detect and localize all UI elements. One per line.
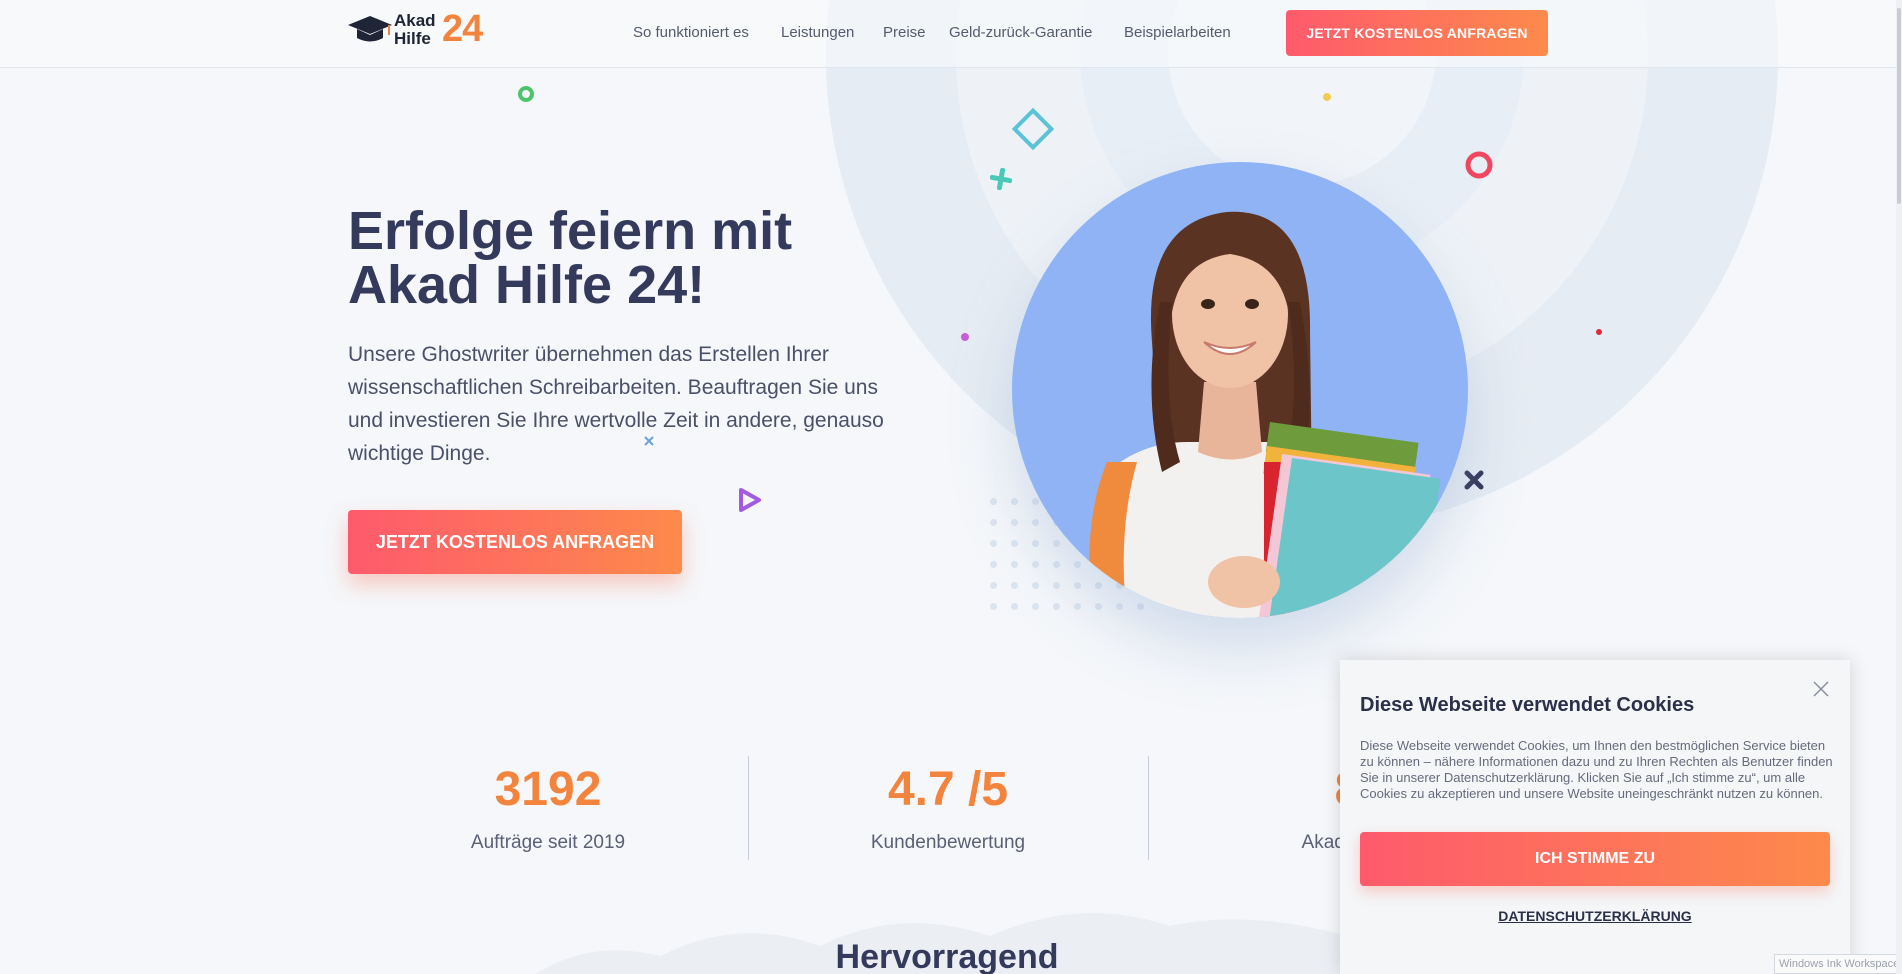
nav-item-geld-zurueck-garantie[interactable]: Geld-zurück-Garantie bbox=[949, 24, 1092, 41]
hero-description: Unsere Ghostwriter übernehmen das Erstel… bbox=[348, 343, 884, 465]
pattern-dot bbox=[1053, 540, 1060, 547]
pattern-dot bbox=[1095, 603, 1102, 610]
scrollbar-thumb[interactable] bbox=[1897, 8, 1901, 204]
pattern-dot bbox=[1032, 603, 1039, 610]
stat-rating-value: 4.7 /5 bbox=[887, 763, 1009, 816]
logo-number: 24 bbox=[442, 8, 483, 50]
pattern-dot bbox=[1011, 582, 1018, 589]
pattern-dot bbox=[990, 540, 997, 547]
teal-plus-icon bbox=[990, 168, 1012, 190]
green-ring-icon bbox=[518, 86, 534, 102]
hero-student-image bbox=[1012, 162, 1468, 618]
hero-title: Erfolge feiern mit Akad Hilfe 24! bbox=[348, 201, 793, 315]
pattern-dot bbox=[990, 519, 997, 526]
pattern-dot bbox=[1011, 498, 1018, 505]
pattern-dot bbox=[1032, 540, 1039, 547]
pattern-dot bbox=[1074, 603, 1081, 610]
student-illustration bbox=[1089, 211, 1441, 618]
dark-cross-icon bbox=[1464, 470, 1484, 490]
nav-item-leistungen[interactable]: Leistungen bbox=[781, 24, 854, 41]
pattern-dot bbox=[1011, 519, 1018, 526]
pattern-dot bbox=[1032, 498, 1039, 505]
stat-divider bbox=[748, 756, 749, 860]
pattern-dot bbox=[1032, 519, 1039, 526]
pattern-dot bbox=[1053, 582, 1060, 589]
stat-orders: 3192 Aufträge seit 2019 bbox=[378, 762, 718, 854]
red-dot-icon bbox=[1596, 329, 1602, 335]
logo-text-hilfe: Hilfe bbox=[394, 29, 431, 48]
pattern-dot bbox=[1011, 540, 1018, 547]
pattern-dot bbox=[1095, 582, 1102, 589]
site-logo[interactable]: Akad Hilfe 24 bbox=[348, 8, 492, 50]
stat-orders-value: 3192 bbox=[494, 763, 602, 816]
yellow-dot-icon bbox=[1323, 93, 1331, 101]
pattern-dot bbox=[1032, 561, 1039, 568]
stat-divider bbox=[1148, 756, 1149, 860]
header-request-button[interactable]: JETZT KOSTENLOS ANFRAGEN bbox=[1286, 10, 1548, 56]
hero-request-button[interactable]: JETZT KOSTENLOS ANFRAGEN bbox=[348, 510, 682, 574]
pattern-dot bbox=[1137, 603, 1144, 610]
privacy-policy-link[interactable]: DATENSCHUTZERKLÄRUNG bbox=[1360, 908, 1830, 924]
page-scrollbar[interactable] bbox=[1896, 0, 1902, 974]
windows-ink-workspace-tag[interactable]: Windows Ink Workspace bbox=[1774, 954, 1902, 974]
cookie-title: Diese Webseite verwendet Cookies bbox=[1360, 694, 1695, 716]
site-header: Akad Hilfe 24 So funktioniert es Leistun… bbox=[0, 0, 1902, 68]
pattern-dot bbox=[1074, 561, 1081, 568]
pattern-dot bbox=[1011, 561, 1018, 568]
stat-rating: 4.7 /5 Kundenbewertung bbox=[778, 762, 1118, 854]
pattern-dot bbox=[1074, 582, 1081, 589]
close-icon[interactable] bbox=[1812, 680, 1830, 698]
nav-item-so-funktioniert-es[interactable]: So funktioniert es bbox=[633, 24, 749, 41]
logo-text-akad: Akad bbox=[394, 11, 436, 30]
red-ring-icon bbox=[1465, 151, 1493, 179]
diamond-outline-icon bbox=[1011, 107, 1055, 151]
graduation-cap-icon bbox=[348, 16, 392, 42]
pattern-dot bbox=[1116, 603, 1123, 610]
nav-item-preise[interactable]: Preise bbox=[883, 24, 926, 41]
stat-rating-label: Kundenbewertung bbox=[870, 832, 1026, 853]
pattern-dot bbox=[1053, 603, 1060, 610]
section-title: Hervorragend bbox=[835, 938, 1059, 974]
cookie-banner: Diese Webseite verwendet Cookies Diese W… bbox=[1340, 660, 1850, 974]
cookie-text: Diese Webseite verwendet Cookies, um Ihn… bbox=[1360, 738, 1833, 801]
pattern-dot bbox=[1011, 603, 1018, 610]
pattern-dot bbox=[1053, 561, 1060, 568]
cookie-accept-button[interactable]: ICH STIMME ZU bbox=[1360, 832, 1830, 886]
pattern-dot bbox=[990, 498, 997, 505]
play-triangle-icon bbox=[739, 488, 761, 512]
pattern-dot bbox=[990, 561, 997, 568]
nav-item-beispielarbeiten[interactable]: Beispielarbeiten bbox=[1124, 24, 1231, 41]
pattern-dot bbox=[990, 603, 997, 610]
pattern-dot bbox=[990, 582, 997, 589]
pattern-dot bbox=[1032, 582, 1039, 589]
purple-dot-icon bbox=[961, 333, 969, 341]
stat-orders-label: Aufträge seit 2019 bbox=[470, 832, 626, 853]
